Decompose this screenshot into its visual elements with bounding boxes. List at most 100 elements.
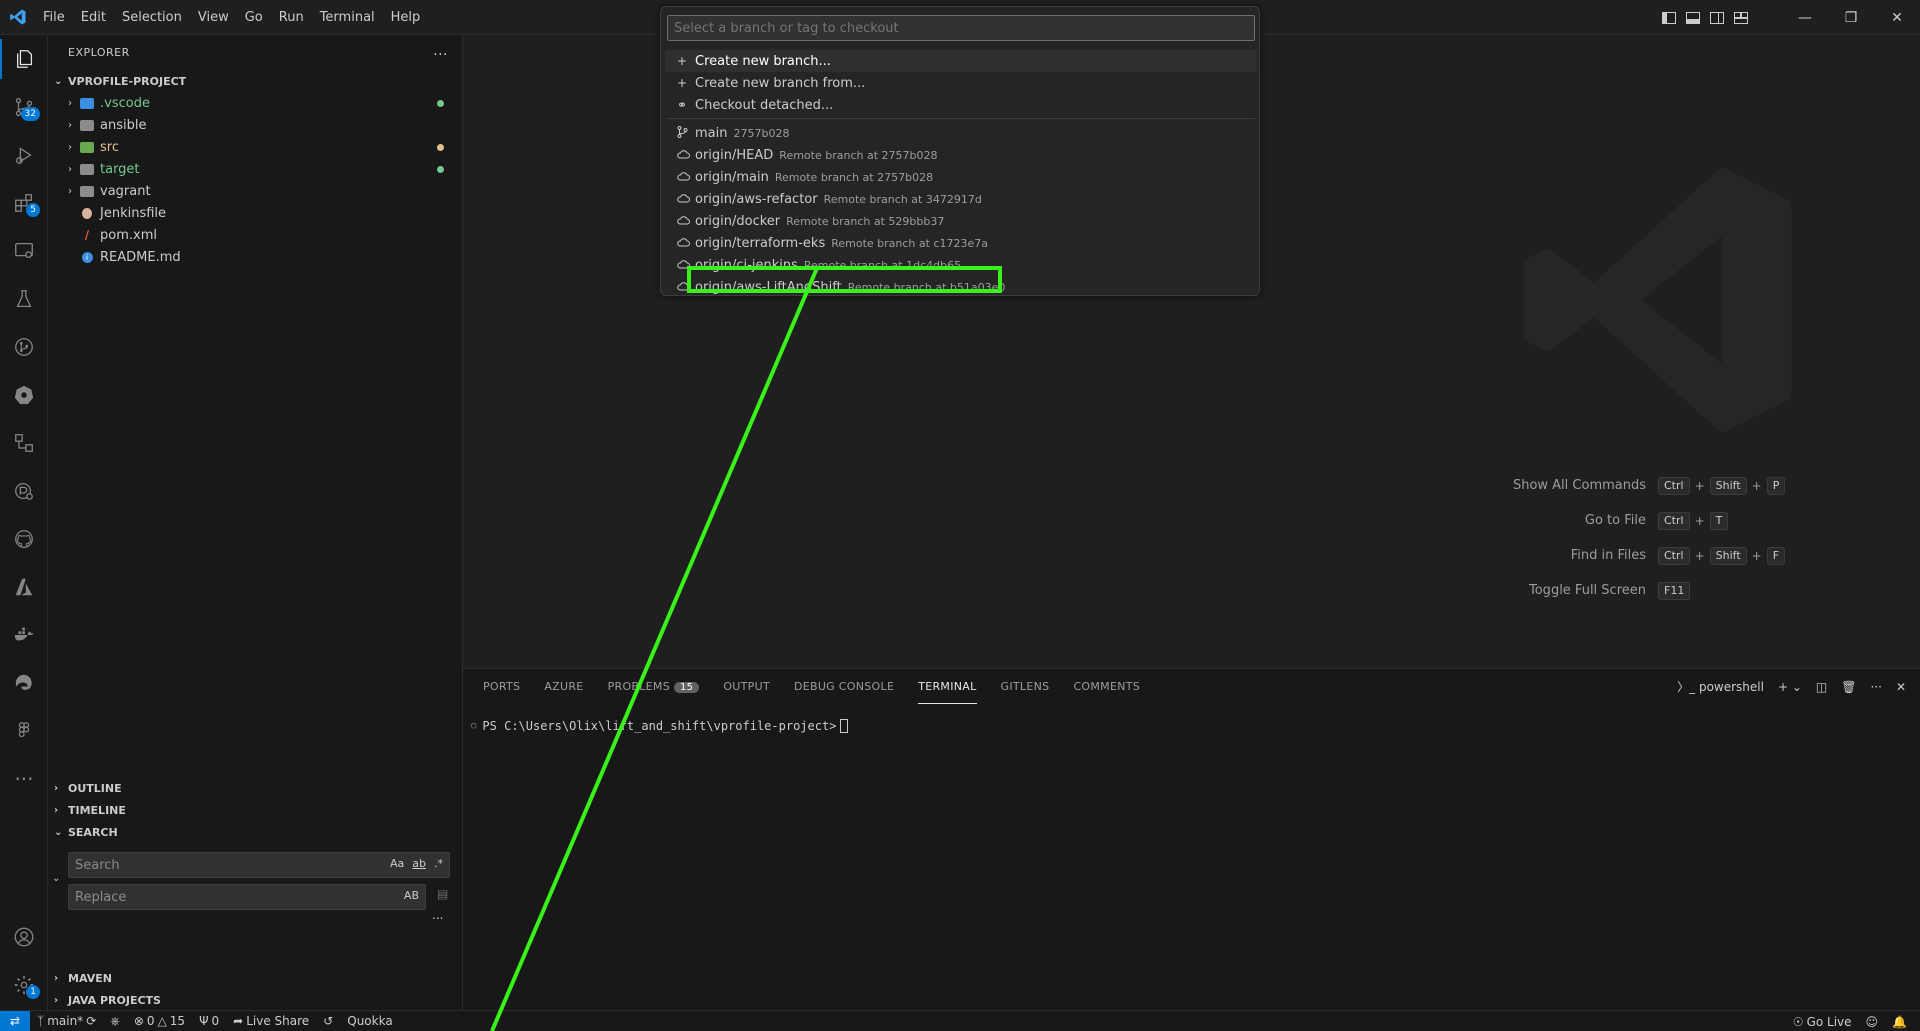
java-projects-section[interactable]: › JAVA PROJECTS bbox=[48, 989, 463, 1011]
problems-status[interactable]: ⊗ 0 △ 15 bbox=[127, 1014, 192, 1028]
menu-terminal[interactable]: Terminal bbox=[312, 0, 383, 35]
github-icon[interactable] bbox=[0, 519, 48, 559]
tab-debug-console[interactable]: DEBUG CONSOLE bbox=[794, 669, 894, 704]
tab-azure[interactable]: AZURE bbox=[544, 669, 583, 704]
ports-status[interactable]: Ψ0 bbox=[192, 1014, 226, 1028]
toggle-primary-sidebar-icon[interactable] bbox=[1660, 9, 1678, 27]
search-section[interactable]: ⌄ SEARCH bbox=[48, 821, 463, 843]
tab-problems[interactable]: PROBLEMS 15 bbox=[608, 669, 700, 705]
branch-item[interactable]: origin/terraform-eks Remote branch at c17… bbox=[665, 232, 1257, 254]
quokka-status[interactable]: Quokka bbox=[340, 1014, 399, 1028]
gitlens-icon[interactable] bbox=[0, 327, 48, 367]
menu-selection[interactable]: Selection bbox=[114, 0, 190, 35]
docker-icon[interactable] bbox=[0, 615, 48, 655]
go-live-status[interactable]: ☉ Go Live bbox=[1786, 1015, 1859, 1029]
preserve-case-icon[interactable]: AB bbox=[404, 889, 419, 902]
history-status-icon[interactable]: ↺ bbox=[316, 1014, 340, 1028]
explorer-title: EXPLORER bbox=[68, 46, 130, 59]
live-share-status[interactable]: ➦ Live Share bbox=[226, 1014, 316, 1028]
tree-item-label: vagrant bbox=[100, 183, 151, 199]
panel-more-icon[interactable]: ··· bbox=[1870, 680, 1881, 694]
search-input[interactable]: Search Aa ab .* bbox=[68, 852, 450, 878]
tab-comments[interactable]: COMMENTS bbox=[1073, 669, 1140, 704]
create-new-branch-from-item[interactable]: + Create new branch from... bbox=[665, 72, 1257, 94]
menu-edit[interactable]: Edit bbox=[73, 0, 114, 35]
tab-output[interactable]: OUTPUT bbox=[723, 669, 770, 704]
tree-item-vscode[interactable]: › .vscode bbox=[48, 92, 462, 114]
branch-item[interactable]: origin/HEAD Remote branch at 2757b028 bbox=[665, 144, 1257, 166]
create-new-branch-item[interactable]: + Create new branch... bbox=[665, 50, 1257, 72]
checkout-detached-item[interactable]: ⚭ Checkout detached... bbox=[665, 94, 1257, 116]
tree-item-target[interactable]: › target bbox=[48, 158, 462, 180]
match-word-icon[interactable]: ab bbox=[412, 857, 426, 870]
branch-item[interactable]: origin/aws-refactor Remote branch at 3472… bbox=[665, 188, 1257, 210]
accounts-icon[interactable] bbox=[0, 917, 48, 957]
timeline-section[interactable]: › TIMELINE bbox=[48, 799, 463, 821]
tree-item-pomxml[interactable]: / pom.xml bbox=[48, 224, 462, 246]
branch-status[interactable]: ᛉ main* ⟳ bbox=[30, 1014, 103, 1028]
menu-run[interactable]: Run bbox=[271, 0, 312, 35]
explorer-icon[interactable] bbox=[0, 39, 48, 79]
extensions-icon[interactable]: 5 bbox=[0, 183, 48, 223]
match-case-icon[interactable]: Aa bbox=[390, 857, 404, 870]
tab-ports[interactable]: PORTS bbox=[483, 669, 520, 704]
run-debug-icon[interactable] bbox=[0, 135, 48, 175]
toggle-secondary-sidebar-icon[interactable] bbox=[1708, 9, 1726, 27]
tab-terminal[interactable]: TERMINAL bbox=[918, 670, 977, 704]
tree-item-vagrant[interactable]: › vagrant bbox=[48, 180, 462, 202]
git-graph-icon[interactable] bbox=[0, 423, 48, 463]
tab-gitlens[interactable]: GITLENS bbox=[1001, 669, 1050, 704]
menu-view[interactable]: View bbox=[190, 0, 237, 35]
branch-item[interactable]: origin/main Remote branch at 2757b028 bbox=[665, 166, 1257, 188]
docker-explorer-icon[interactable] bbox=[0, 471, 48, 511]
explorer-more-icon[interactable]: ... bbox=[433, 43, 448, 59]
tree-item-jenkinsfile[interactable]: Jenkinsfile bbox=[48, 202, 462, 224]
project-section[interactable]: ⌄ VPROFILE-PROJECT bbox=[48, 70, 462, 92]
tree-item-readmemd[interactable]: i README.md bbox=[48, 246, 462, 268]
new-terminal-icon[interactable]: + ⌄ bbox=[1778, 680, 1802, 694]
key-cap: Ctrl bbox=[1658, 511, 1690, 530]
remote-indicator-icon[interactable]: ⇄ bbox=[0, 1010, 30, 1031]
toggle-replace-icon[interactable]: ⌄ bbox=[52, 873, 60, 884]
graph-status-icon[interactable]: ⎈ bbox=[103, 1014, 127, 1029]
remote-explorer-icon[interactable] bbox=[0, 231, 48, 271]
tree-item-src[interactable]: › src bbox=[48, 136, 462, 158]
branch-search-input[interactable] bbox=[667, 15, 1255, 41]
regex-icon[interactable]: .* bbox=[434, 857, 443, 870]
edge-devtools-icon[interactable] bbox=[0, 663, 48, 703]
terminal-output[interactable]: ○ PS C:\Users\Olix\lift_and_shift\vprofi… bbox=[471, 719, 849, 733]
close-panel-icon[interactable]: ✕ bbox=[1896, 680, 1906, 694]
menu-file[interactable]: File bbox=[35, 0, 73, 35]
close-window-icon[interactable]: ✕ bbox=[1874, 0, 1920, 35]
copilot-icon[interactable]: ☺ bbox=[1859, 1015, 1886, 1029]
replace-all-icon[interactable]: ▤ bbox=[437, 887, 448, 901]
terminal-shell-selector[interactable]: 〉_ powershell bbox=[1677, 678, 1764, 695]
manage-gear-icon[interactable]: 1 bbox=[0, 965, 48, 1005]
kill-terminal-icon[interactable]: 🗑 bbox=[1841, 680, 1856, 694]
testing-icon[interactable] bbox=[0, 279, 48, 319]
figma-icon[interactable] bbox=[0, 711, 48, 751]
notifications-bell-icon[interactable]: 🔔 bbox=[1885, 1015, 1914, 1029]
menu-go[interactable]: Go bbox=[237, 0, 271, 35]
restore-icon[interactable]: ❐ bbox=[1828, 0, 1874, 35]
project-title: VPROFILE-PROJECT bbox=[68, 74, 187, 88]
outline-section[interactable]: › OUTLINE bbox=[48, 777, 463, 799]
split-terminal-icon[interactable]: ◫ bbox=[1816, 680, 1827, 694]
branch-item[interactable]: origin/docker Remote branch at 529bbb37 bbox=[665, 210, 1257, 232]
toggle-panel-icon[interactable] bbox=[1684, 9, 1702, 27]
shortcut-row: Toggle Full Screen F11 bbox=[1463, 573, 1863, 608]
source-control-icon[interactable]: 32 bbox=[0, 87, 48, 127]
tree-item-ansible[interactable]: › ansible bbox=[48, 114, 462, 136]
customize-layout-icon[interactable] bbox=[1732, 9, 1750, 27]
branch-item[interactable]: main 2757b028 bbox=[665, 122, 1257, 144]
menu-help[interactable]: Help bbox=[383, 0, 429, 35]
replace-input[interactable]: Replace AB bbox=[68, 884, 426, 910]
tree-item-label: pom.xml bbox=[100, 227, 157, 243]
chevron-down-icon: ⌄ bbox=[54, 75, 63, 87]
more-views-icon[interactable]: ··· bbox=[0, 759, 48, 799]
search-more-icon[interactable]: ... bbox=[432, 908, 443, 922]
maven-section[interactable]: › MAVEN bbox=[48, 967, 463, 989]
minimize-icon[interactable]: — bbox=[1782, 0, 1828, 35]
kubernetes-icon[interactable] bbox=[0, 375, 48, 415]
azure-icon[interactable] bbox=[0, 567, 48, 607]
